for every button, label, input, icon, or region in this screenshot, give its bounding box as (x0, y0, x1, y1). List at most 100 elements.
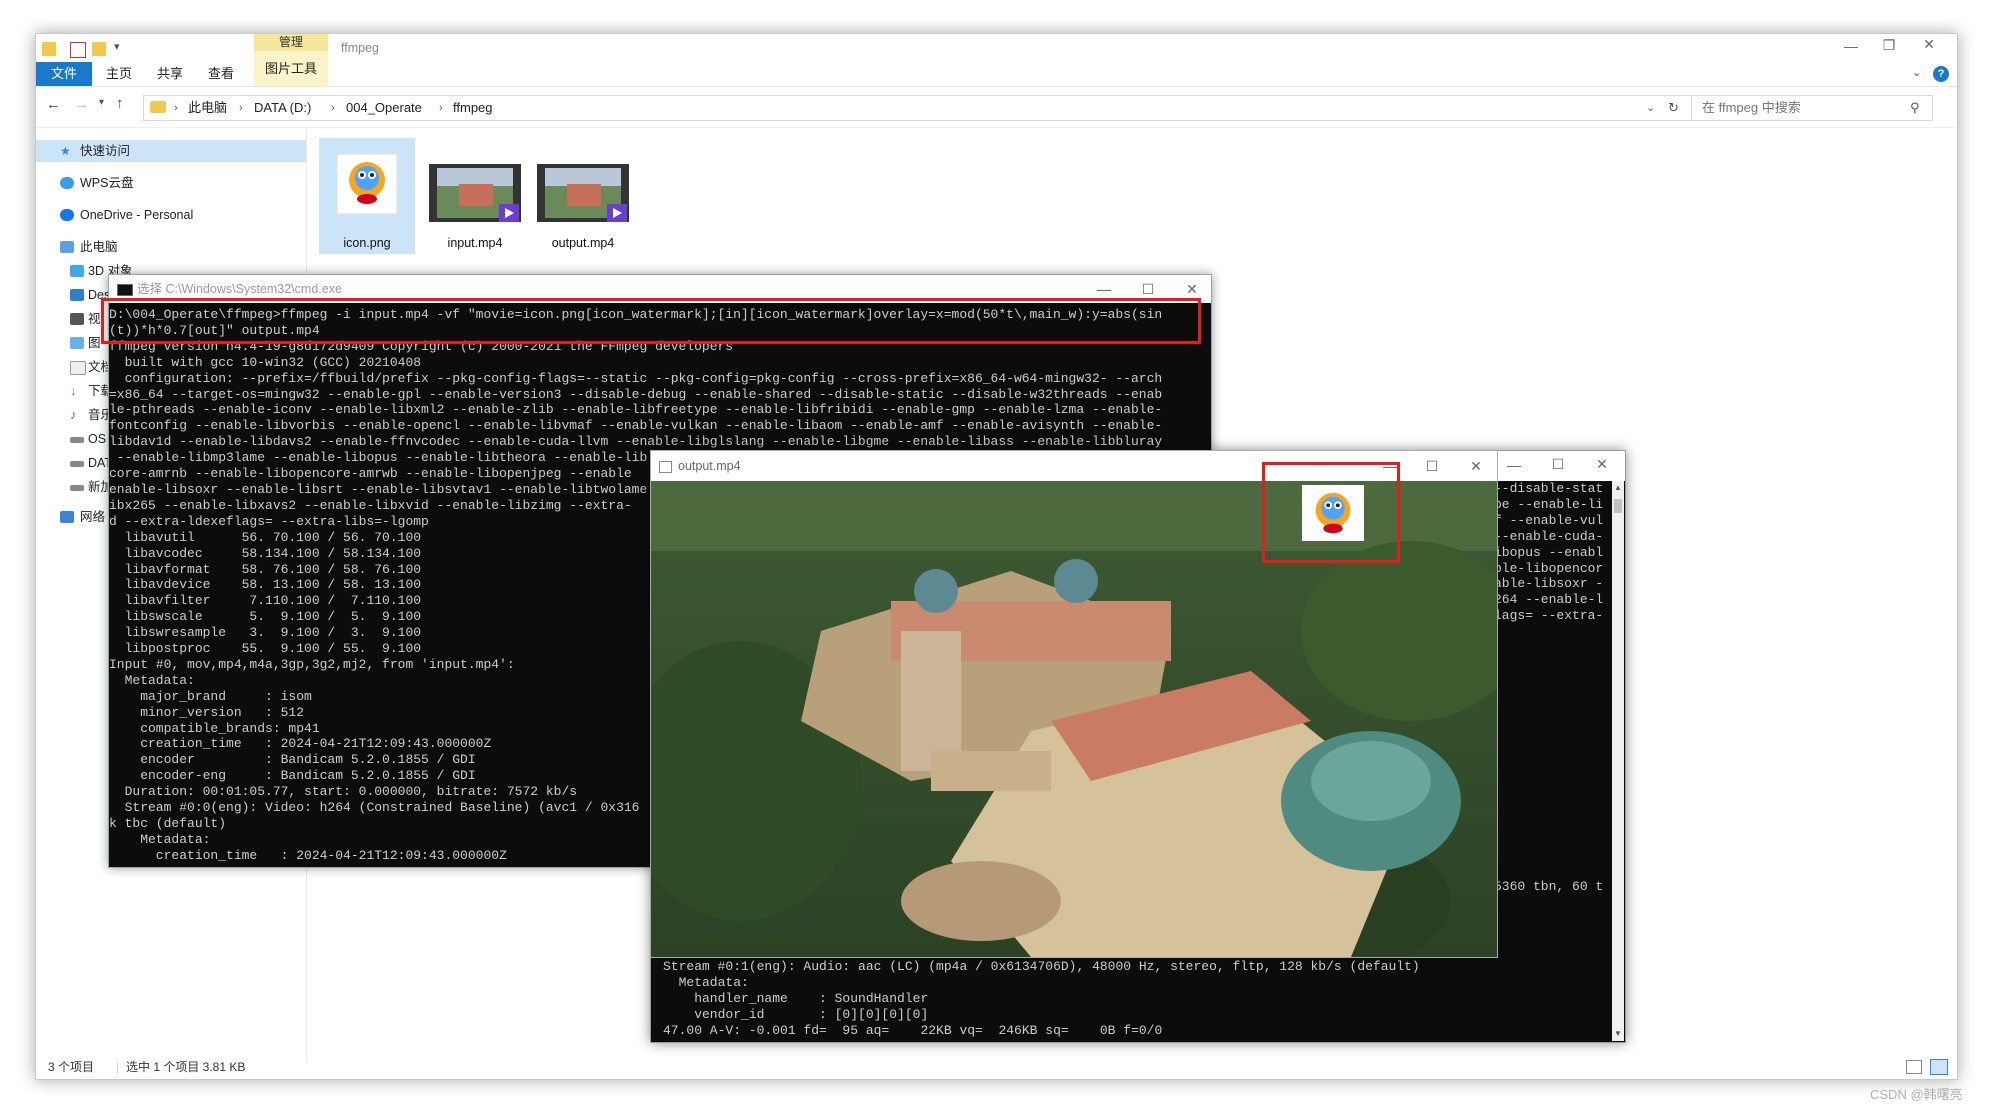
nav-label: OneDrive - Personal (80, 208, 194, 222)
file-name: output.mp4 (551, 236, 615, 250)
download-icon: ↓ (70, 383, 77, 398)
details-view-icon[interactable] (1906, 1060, 1922, 1074)
cube-icon (70, 265, 84, 277)
cmd-output-line: =x86_64 --target-os=mingw32 --enable-gpl… (109, 386, 1163, 402)
overlay-highlight-box (1262, 462, 1400, 563)
desktop-icon (70, 289, 84, 301)
minimize-icon[interactable]: — (1836, 38, 1866, 54)
nav-item-quick-access[interactable]: ★ 快速访问 (36, 140, 306, 162)
address-bar[interactable]: › 此电脑 › DATA (D:) › 004_Operate › ffmpeg… (143, 95, 1692, 121)
cmd-output-line: built with gcc 10-win32 (GCC) 20210408 (109, 354, 422, 370)
nav-item-wps[interactable]: WPS云盘 (36, 172, 306, 194)
recent-locations-icon[interactable]: ▾ (99, 97, 104, 108)
breadcrumb-this-pc[interactable]: 此电脑 (188, 96, 227, 120)
help-icon[interactable]: ? (1933, 66, 1949, 82)
folder-icon (150, 101, 166, 113)
console-line: ble-libopencor (1494, 560, 1604, 576)
status-divider: | (116, 1060, 120, 1074)
file-item-output-mp4[interactable]: output.mp4 (535, 138, 631, 254)
refresh-icon[interactable]: ↻ (1668, 96, 1679, 120)
tab-view[interactable]: 查看 (208, 62, 234, 86)
folder-icon (42, 42, 56, 56)
music-icon: ♪ (70, 407, 77, 422)
selection-info: 选中 1 个项目 3.81 KB (126, 1060, 246, 1074)
nav-label: 此电脑 (80, 240, 118, 254)
file-name: input.mp4 (447, 236, 503, 250)
player-window-title: output.mp4 (678, 459, 741, 473)
image-thumbnail-icon (336, 153, 398, 215)
restore-icon[interactable]: ❐ (1874, 37, 1904, 54)
tab-picture-tools[interactable]: 图片工具 (254, 51, 328, 86)
console-2-bottom-output: Stream #0:1(eng): Audio: aac (LC) (mp4a … (663, 959, 1420, 1039)
onedrive-icon (60, 209, 74, 221)
scroll-thumb[interactable] (1614, 499, 1622, 513)
forward-icon[interactable]: → (74, 96, 89, 113)
terminal-icon (117, 284, 133, 296)
console-line: 264 --enable-l (1494, 592, 1604, 608)
breadcrumb-004-operate[interactable]: 004_Operate (346, 96, 422, 120)
document-icon (70, 361, 86, 375)
large-icons-view-icon[interactable] (1930, 1059, 1948, 1075)
cmd-output-line: configuration: --prefix=/ffbuild/prefix … (109, 370, 1163, 386)
console-line: lags= --extra- (1494, 608, 1604, 624)
nav-label: 快速访问 (80, 144, 131, 158)
item-count: 3 个项目 (48, 1060, 95, 1074)
tab-share[interactable]: 共享 (157, 62, 183, 86)
console-2-stream-tail: 5360 tbn, 60 t (1494, 879, 1604, 894)
console-line: handler_name : SoundHandler (663, 990, 929, 1006)
scroll-up-icon[interactable]: ▲ (1614, 483, 1622, 492)
scroll-down-icon[interactable]: ▼ (1614, 1029, 1622, 1038)
app-icon (659, 461, 672, 473)
close-icon[interactable]: ✕ (1914, 36, 1944, 53)
chevron-right-icon: › (239, 102, 243, 114)
customize-quick-access-icon[interactable]: ▾ (114, 40, 120, 53)
console-line: --enable-cuda- (1494, 528, 1604, 544)
nav-item-this-pc[interactable]: 此电脑 (36, 236, 306, 258)
window-title: ffmpeg (341, 41, 379, 55)
picture-icon (70, 337, 84, 349)
file-name: icon.png (343, 236, 391, 250)
console-line: f --enable-vul (1494, 512, 1604, 528)
console-line: Stream #0:1(eng): Audio: aac (LC) (mp4a … (663, 959, 1420, 974)
console-2-right-output: --disable-stat pe --enable-li f --enable-v… (1494, 481, 1603, 624)
address-dropdown-icon[interactable]: ⌄ (1646, 96, 1655, 120)
command-highlight-box (101, 298, 1201, 344)
drive-icon (70, 485, 84, 491)
back-icon[interactable]: ← (46, 96, 61, 113)
contextual-group-manage: 管理 (254, 34, 328, 51)
chevron-right-icon: › (174, 102, 178, 114)
tab-file[interactable]: 文件 (36, 62, 92, 86)
maximize-icon[interactable]: ☐ (1417, 451, 1447, 481)
video-icon (70, 313, 84, 325)
file-item-input-mp4[interactable]: input.mp4 (427, 138, 523, 254)
computer-icon (60, 241, 74, 253)
console-line: 47.00 A-V: -0.001 fd= 95 aq= 22KB vq= 24… (663, 1022, 1163, 1038)
video-thumbnail-icon (537, 164, 629, 222)
close-icon[interactable]: ✕ (1461, 451, 1491, 481)
breadcrumb-data-drive[interactable]: DATA (D:) (254, 96, 311, 120)
search-input[interactable]: 在 ffmpeg 中搜索 ⚲ (1691, 95, 1933, 121)
minimize-icon[interactable]: — (1499, 457, 1529, 473)
up-icon[interactable]: ↑ (116, 95, 124, 112)
star-icon: ★ (60, 144, 71, 158)
console-2-scrollbar[interactable]: ▲ ▼ (1612, 481, 1624, 1041)
cmd-output-line: libdav1d --enable-libdavs2 --enable-ffnv… (109, 434, 1163, 450)
nav-item-onedrive[interactable]: OneDrive - Personal (36, 204, 306, 226)
tab-home[interactable]: 主页 (106, 62, 132, 86)
maximize-icon[interactable]: ☐ (1543, 456, 1573, 473)
csdn-watermark: CSDN @韩曙亮 (1870, 1087, 1963, 1102)
console-line: ibopus --enabl (1494, 544, 1604, 560)
breadcrumb-ffmpeg[interactable]: ffmpeg (453, 96, 493, 120)
console-line: --disable-stat (1494, 481, 1604, 496)
cmd-output-line: fontconfig --enable-libvorbis --enable-o… (109, 418, 1163, 434)
network-icon (60, 511, 74, 523)
video-thumbnail-icon (429, 164, 521, 222)
new-folder-icon[interactable] (92, 42, 106, 56)
file-item-icon-png[interactable]: icon.png (319, 138, 415, 254)
properties-icon[interactable] (70, 42, 86, 58)
expand-ribbon-icon[interactable]: ⌄ (1912, 66, 1921, 79)
status-bar: 3 个项目 | 选中 1 个项目 3.81 KB (36, 1055, 1957, 1079)
console-line: pe --enable-li (1494, 496, 1604, 512)
console-line: able-libsoxr - (1494, 576, 1604, 592)
close-icon[interactable]: ✕ (1587, 456, 1617, 473)
